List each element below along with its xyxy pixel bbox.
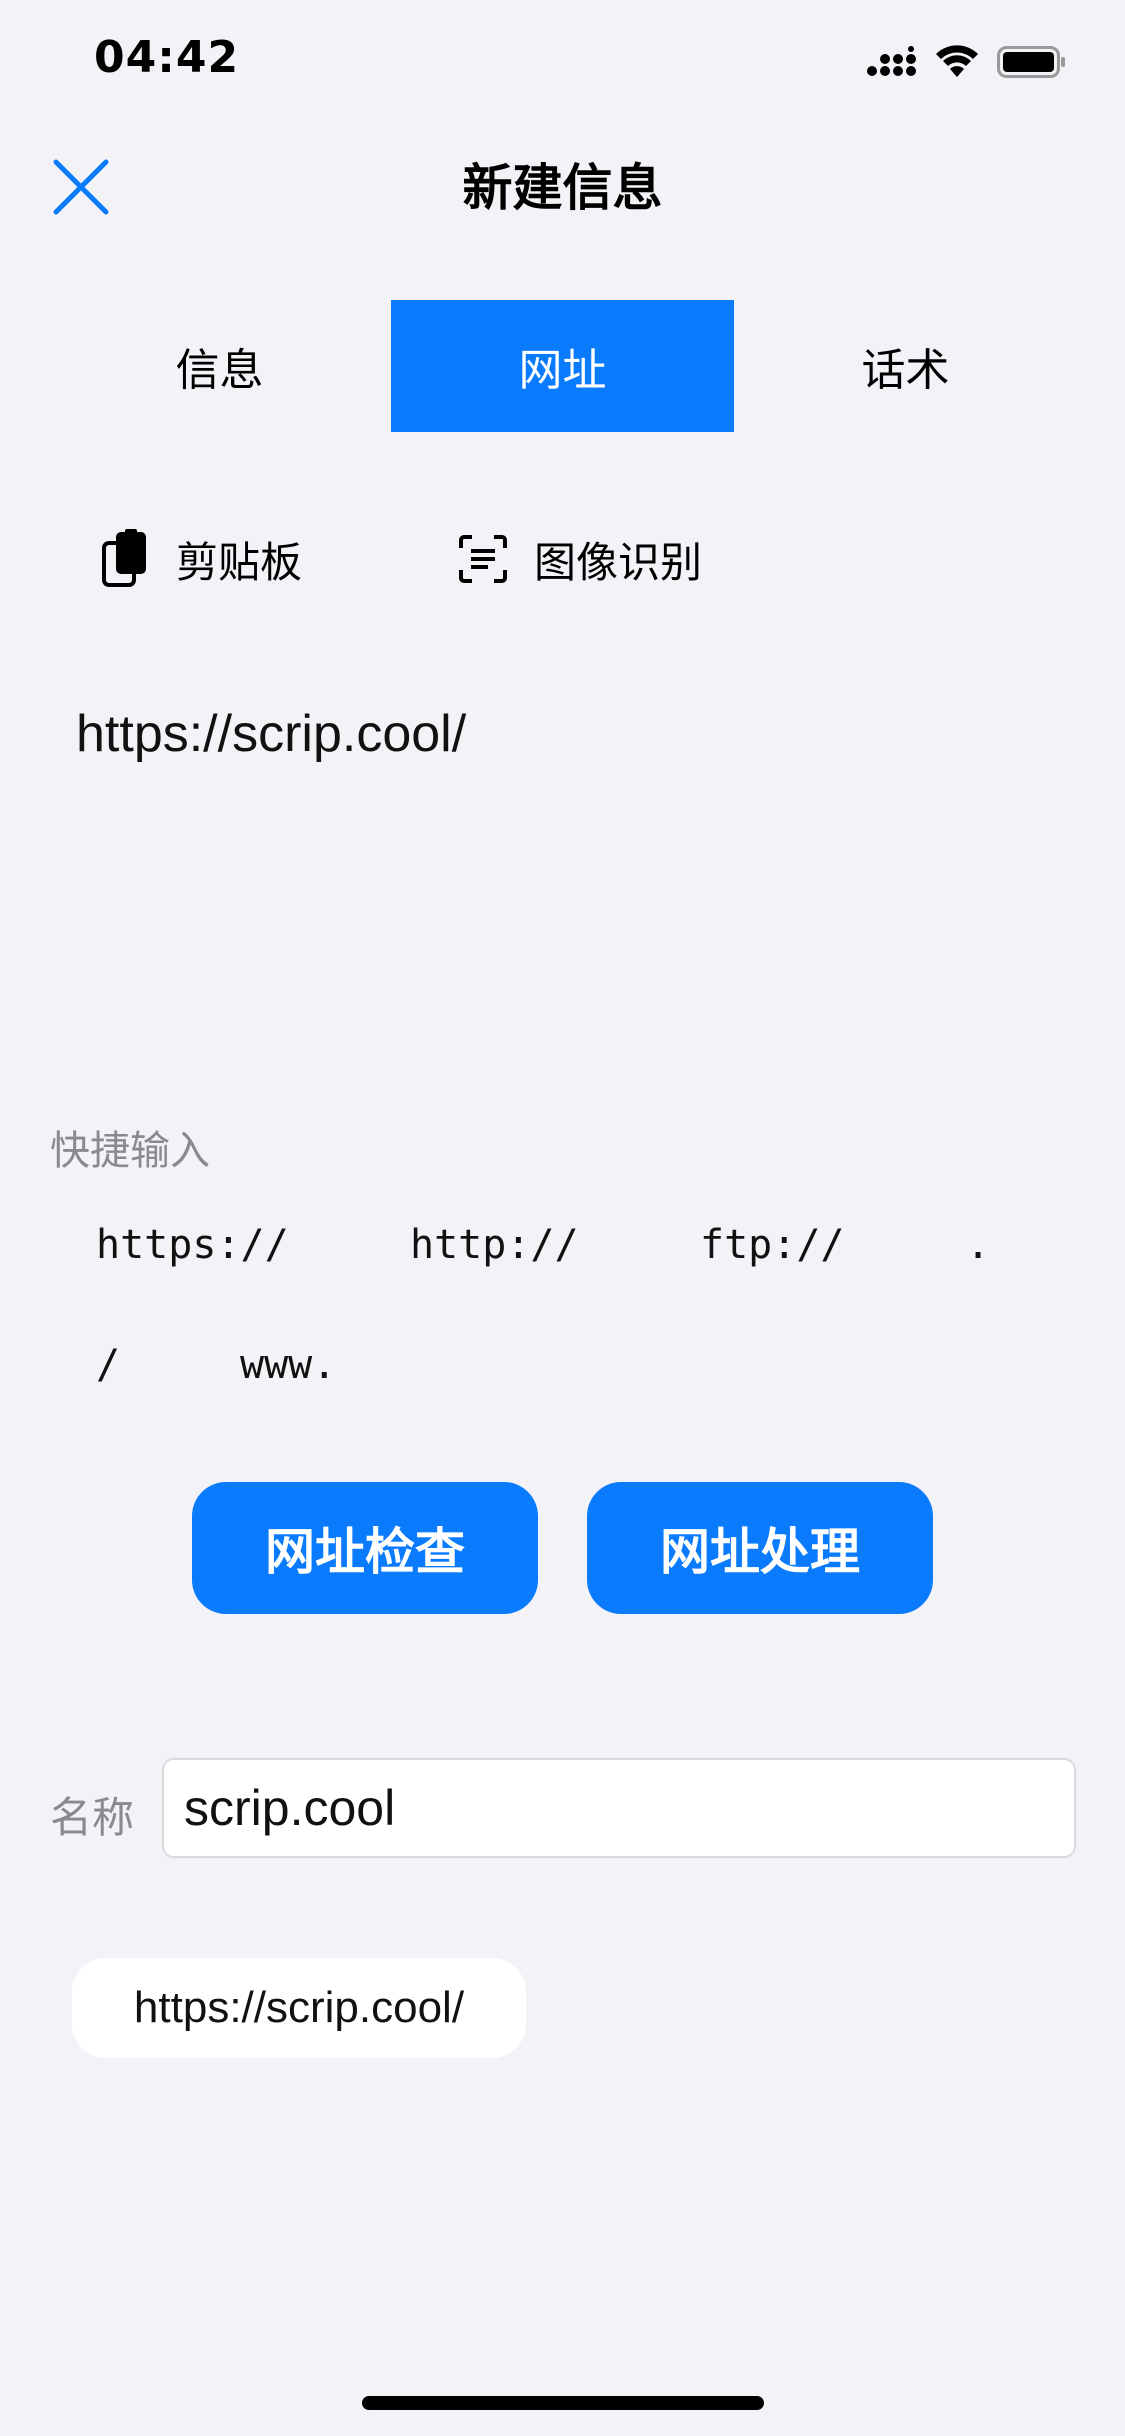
image-recognition-label: 图像识别 bbox=[534, 537, 703, 587]
tab-script[interactable]: 话术 bbox=[734, 300, 1077, 432]
quick-input-ftp[interactable]: ftp:// bbox=[700, 1222, 845, 1268]
quick-input-www[interactable]: www. bbox=[240, 1342, 336, 1388]
tab-info[interactable]: 信息 bbox=[48, 300, 391, 432]
status-icons bbox=[867, 38, 1067, 86]
status-time: 04:42 bbox=[94, 32, 240, 83]
url-process-button[interactable]: 网址处理 bbox=[587, 1482, 933, 1614]
scan-text-icon bbox=[456, 529, 510, 589]
name-input[interactable] bbox=[162, 1758, 1076, 1858]
battery-icon bbox=[997, 46, 1065, 78]
url-check-button[interactable]: 网址检查 bbox=[192, 1482, 538, 1614]
clipboard-button[interactable]: 剪贴板 bbox=[98, 524, 302, 594]
quick-input-https[interactable]: https:// bbox=[96, 1222, 289, 1268]
url-chip[interactable]: https://scrip.cool/ bbox=[72, 1958, 526, 2058]
segmented-tabs: 信息 网址 话术 bbox=[48, 300, 1077, 432]
clipboard-icon bbox=[98, 529, 152, 589]
cellular-signal-icon bbox=[867, 46, 916, 76]
home-indicator bbox=[362, 2396, 764, 2410]
name-label: 名称 bbox=[50, 1793, 135, 1842]
quick-input-slash[interactable]: / bbox=[96, 1342, 120, 1388]
wifi-icon bbox=[936, 45, 978, 77]
page-title: 新建信息 bbox=[462, 159, 663, 217]
quick-input-label: 快捷输入 bbox=[50, 1128, 210, 1174]
quick-input-http[interactable]: http:// bbox=[410, 1222, 579, 1268]
image-recognition-button[interactable]: 图像识别 bbox=[456, 524, 702, 594]
quick-input-dot[interactable]: . bbox=[966, 1222, 990, 1268]
clipboard-label: 剪贴板 bbox=[176, 537, 303, 587]
url-text-editor[interactable]: https://scrip.cool/ bbox=[76, 704, 1056, 1064]
tab-url[interactable]: 网址 bbox=[391, 300, 734, 432]
